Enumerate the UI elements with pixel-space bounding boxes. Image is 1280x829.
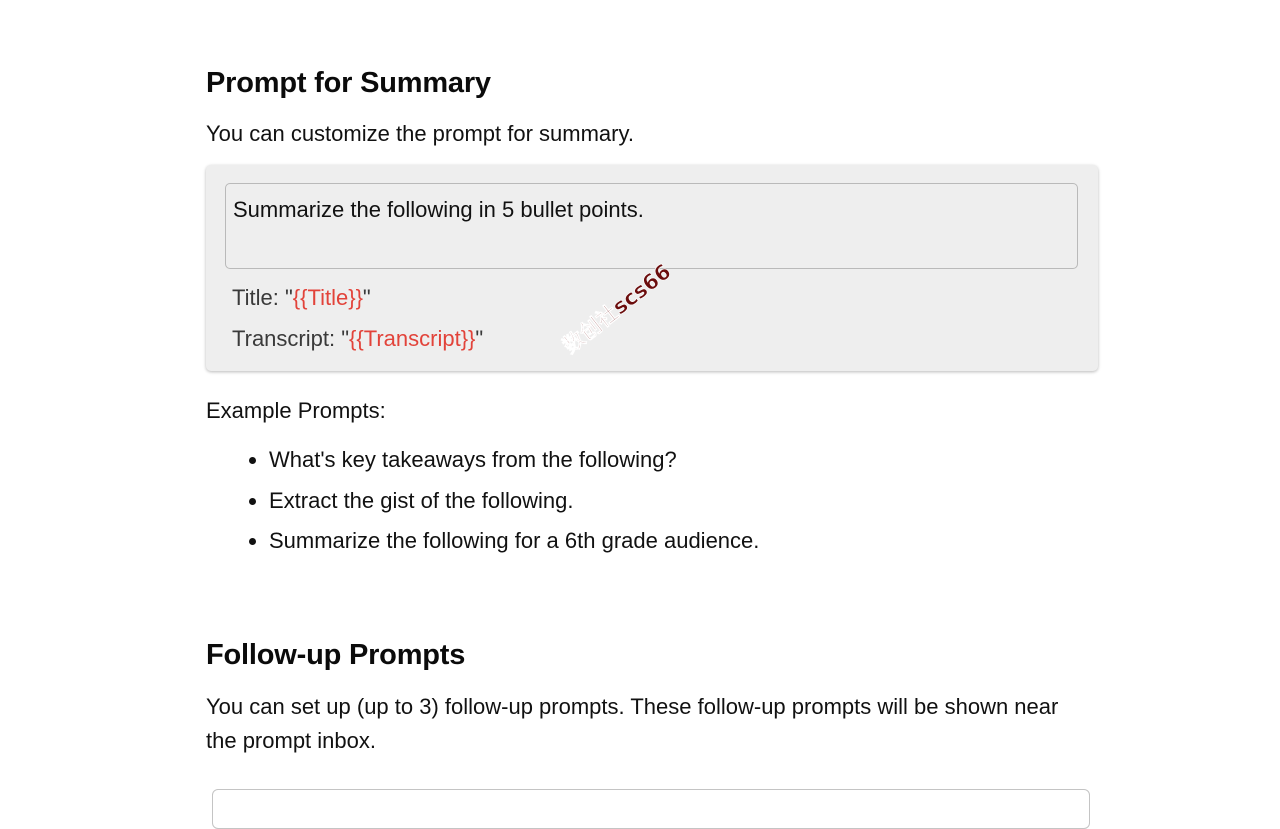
- summary-section-description: You can customize the prompt for summary…: [206, 121, 634, 146]
- example-prompts-label: Example Prompts:: [206, 398, 386, 423]
- list-item: Summarize the following for a 6th grade …: [248, 525, 759, 566]
- followup-section-description: You can set up (up to 3) follow-up promp…: [206, 694, 1059, 753]
- title-token: {{Title}}: [292, 285, 363, 310]
- list-item: What's key takeaways from the following?: [248, 444, 759, 485]
- followup-prompt-input[interactable]: [212, 789, 1090, 829]
- title-label-suffix: ": [362, 285, 371, 310]
- transcript-variable-line: Transcript: "{{Transcript}}": [232, 326, 483, 352]
- example-prompts-list: What's key takeaways from the following?…: [206, 444, 759, 566]
- transcript-label-prefix: Transcript: ": [232, 326, 350, 351]
- transcript-label-suffix: ": [475, 326, 484, 351]
- followup-section-title: Follow-up Prompts: [206, 639, 466, 671]
- transcript-token: {{Transcript}}: [349, 326, 476, 351]
- summary-prompt-textarea[interactable]: Summarize the following in 5 bullet poin…: [225, 183, 1078, 269]
- summary-section-title: Prompt for Summary: [206, 67, 491, 99]
- title-variable-line: Title: "{{Title}}": [232, 285, 371, 311]
- list-item: Extract the gist of the following.: [248, 485, 759, 526]
- title-label-prefix: Title: ": [232, 285, 293, 310]
